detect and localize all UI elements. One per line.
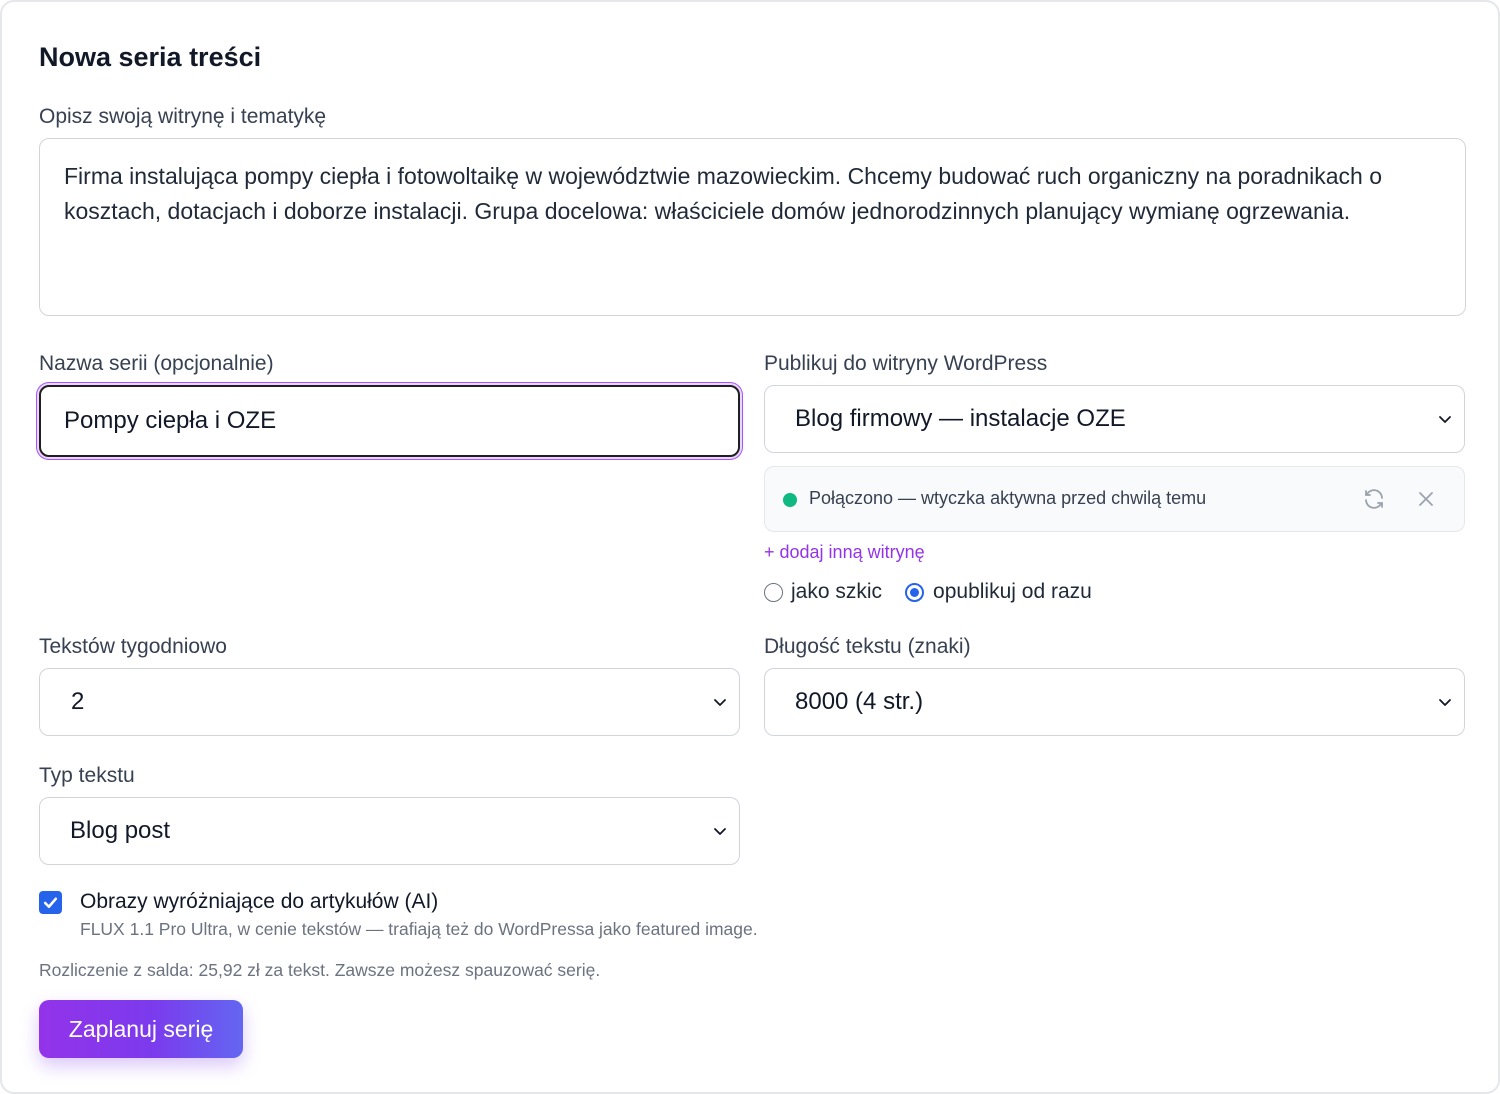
chevron-down-icon	[1439, 699, 1451, 706]
wordpress-site-label: Publikuj do witryny WordPress	[764, 352, 1048, 375]
schedule-series-button[interactable]: Zaplanuj serię	[39, 1000, 243, 1058]
publish-now-radio-label[interactable]: opublikuj od razu	[933, 580, 1092, 604]
weekly-select[interactable]: 2	[39, 668, 740, 736]
connection-status: Połączono — wtyczka aktywna przed chwilą…	[764, 466, 1465, 532]
chevron-down-icon	[714, 828, 726, 835]
weekly-label: Tekstów tygodniowo	[39, 635, 227, 658]
text-type-value: Blog post	[70, 817, 171, 844]
new-series-card: Nowa seria treści Opisz swoją witrynę i …	[0, 0, 1500, 1094]
refresh-icon[interactable]	[1362, 487, 1386, 511]
text-type-select[interactable]: Blog post	[39, 797, 740, 865]
images-checkbox-help: FLUX 1.1 Pro Ultra, w cenie tekstów — tr…	[80, 919, 758, 939]
weekly-value: 2	[71, 688, 85, 715]
close-icon[interactable]	[1416, 489, 1436, 509]
draft-radio-label[interactable]: jako szkic	[791, 580, 882, 604]
add-site-link[interactable]: + dodaj inną witrynę	[764, 542, 925, 563]
wordpress-site-value: Blog firmowy — instalacje OZE	[795, 405, 1126, 432]
series-name-input[interactable]: Pompy ciepła i OZE	[39, 385, 740, 457]
status-text: Połączono — wtyczka aktywna przed chwilą…	[809, 488, 1207, 508]
length-select[interactable]: 8000 (4 str.)	[764, 668, 1465, 736]
description-textarea[interactable]: Firma instalująca pompy ciepła i fotowol…	[39, 138, 1466, 316]
status-dot-icon	[783, 493, 797, 507]
series-name-value: Pompy ciepła i OZE	[64, 407, 277, 434]
checkmark-icon	[43, 897, 58, 909]
length-label: Długość tekstu (znaki)	[764, 635, 971, 658]
images-checkbox-label[interactable]: Obrazy wyróżniające do artykułów (AI)	[80, 890, 438, 914]
draft-radio[interactable]	[764, 582, 783, 602]
publish-now-radio[interactable]	[905, 582, 925, 602]
chevron-down-icon	[714, 699, 726, 706]
text-type-label: Typ tekstu	[39, 764, 135, 787]
page-title: Nowa seria treści	[39, 42, 262, 72]
publish-mode-group: jako szkic opublikuj od razu	[764, 580, 1092, 604]
chevron-down-icon	[1439, 416, 1451, 423]
length-value: 8000 (4 str.)	[795, 688, 924, 715]
wordpress-site-select[interactable]: Blog firmowy — instalacje OZE	[764, 385, 1465, 453]
images-checkbox[interactable]	[39, 891, 62, 914]
description-label: Opisz swoją witrynę i tematykę	[39, 105, 327, 128]
series-name-label: Nazwa serii (opcjonalnie)	[39, 352, 274, 375]
billing-note: Rozliczenie z salda: 25,92 zł za tekst. …	[39, 960, 601, 980]
